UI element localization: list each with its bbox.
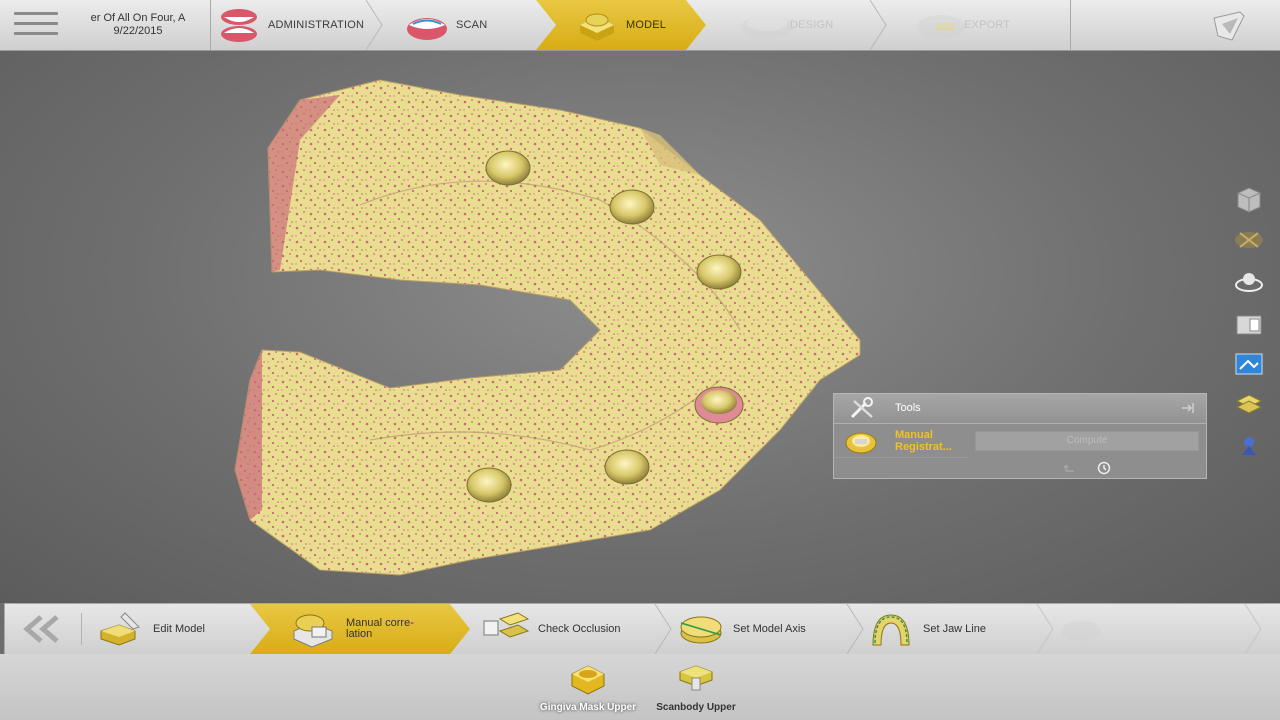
divider [1070, 0, 1071, 50]
tools-panel: Tools Manual Registrat... Compute [833, 393, 1207, 479]
chevron-right-icon [869, 0, 887, 50]
step-label: Set Model Axis [733, 622, 806, 635]
workflow-step-label: MODEL [626, 19, 667, 31]
step-disabled[interactable] [1055, 604, 1215, 654]
crown-design-icon [738, 5, 793, 45]
hamburger-menu-button[interactable] [14, 12, 58, 40]
step-set-jaw-line[interactable]: Set Jaw Line [865, 604, 1045, 654]
workflow-bar: er Of All On Four, A 9/22/2015 ADMINISTR… [0, 0, 1280, 51]
substep-label: Scanbody Upper [656, 702, 736, 713]
workflow-step-label: DESIGN [790, 19, 834, 31]
dental-model-3d[interactable] [0, 51, 1280, 603]
workflow-step-scan[interactable]: SCAN [404, 0, 534, 50]
model-steps-bar: Edit Model Manual corre- lation Check Oc… [4, 603, 1280, 655]
model-axis-icon [675, 609, 727, 649]
workflow-step-label: ADMINISTRATION [268, 19, 365, 31]
reset-icon[interactable] [1096, 460, 1112, 476]
3d-viewport[interactable]: Tools Manual Registrat... Compute [0, 51, 1280, 603]
workflow-step-label: SCAN [456, 19, 488, 31]
export-icon [912, 5, 965, 45]
view-cube-icon[interactable] [1232, 185, 1266, 215]
app-logo-icon[interactable] [1210, 10, 1250, 42]
check-occlusion-icon [480, 609, 532, 649]
chevron-right-icon [365, 0, 383, 50]
clipping-tool-icon[interactable] [1232, 225, 1266, 255]
case-date: 9/22/2015 [113, 25, 163, 37]
tools-panel-header: Tools [834, 394, 1206, 424]
screenshot-icon[interactable] [1232, 349, 1266, 379]
divider [834, 457, 969, 458]
teeth-open-icon [216, 5, 262, 45]
panel-pin-icon[interactable] [1180, 401, 1196, 415]
manual-registration-icon[interactable] [844, 429, 878, 455]
workflow-step-export[interactable]: EXPORT [912, 0, 1052, 50]
step-label: Manual corre- lation [346, 617, 414, 640]
tools-panel-title: Tools [895, 402, 921, 414]
undo-icon[interactable] [1062, 461, 1078, 475]
model-block-icon [574, 5, 620, 45]
jaw-models-icon[interactable] [1232, 389, 1266, 419]
chevron-right-icon [1036, 604, 1054, 654]
back-double-chevron-icon[interactable] [13, 613, 82, 645]
step-label: Check Occlusion [538, 622, 621, 635]
teeth-lower-icon [404, 5, 450, 45]
next-step-icon [1055, 609, 1107, 649]
step-manual-correlation[interactable]: Manual corre- lation [250, 604, 470, 654]
step-label: Set Jaw Line [923, 622, 986, 635]
substep-label: Gingiva Mask Upper [539, 702, 637, 713]
substep-gingiva-mask-upper[interactable]: Gingiva Mask Upper [528, 660, 648, 716]
substep-scanbody-upper[interactable]: Scanbody Upper [636, 660, 756, 716]
step-label: Edit Model [153, 622, 205, 635]
wrench-screwdriver-icon [850, 397, 873, 419]
step-check-occlusion[interactable]: Check Occlusion [480, 604, 660, 654]
edit-model-icon [95, 609, 147, 649]
divider [210, 0, 211, 50]
chevron-right-icon [1244, 604, 1262, 654]
gingiva-mask-icon [568, 660, 608, 696]
chevron-right-icon [846, 604, 864, 654]
case-info: er Of All On Four, A 9/22/2015 [68, 12, 208, 38]
sub-steps-bar: Gingiva Mask Upper Scanbody Upper [0, 654, 1280, 720]
workflow-step-administration[interactable]: ADMINISTRATION [216, 0, 366, 50]
workflow-step-label: EXPORT [964, 19, 1011, 31]
step-set-model-axis[interactable]: Set Model Axis [675, 604, 855, 654]
chevron-right-icon [654, 604, 672, 654]
compute-button[interactable]: Compute [975, 431, 1199, 451]
scanbody-icon [676, 660, 716, 696]
step-edit-model[interactable]: Edit Model [95, 604, 255, 654]
workflow-step-design[interactable]: DESIGN [738, 0, 868, 50]
rotate-view-icon[interactable] [1232, 267, 1266, 297]
manual-correlation-icon [288, 609, 340, 649]
workflow-step-model[interactable]: MODEL [536, 0, 706, 50]
jaw-line-icon [865, 609, 917, 649]
case-name: er Of All On Four, A [90, 12, 186, 24]
model-library-icon[interactable] [1232, 309, 1266, 339]
help-figure-icon[interactable] [1232, 431, 1266, 461]
manual-registration-tool[interactable]: Manual Registrat... [895, 429, 975, 453]
